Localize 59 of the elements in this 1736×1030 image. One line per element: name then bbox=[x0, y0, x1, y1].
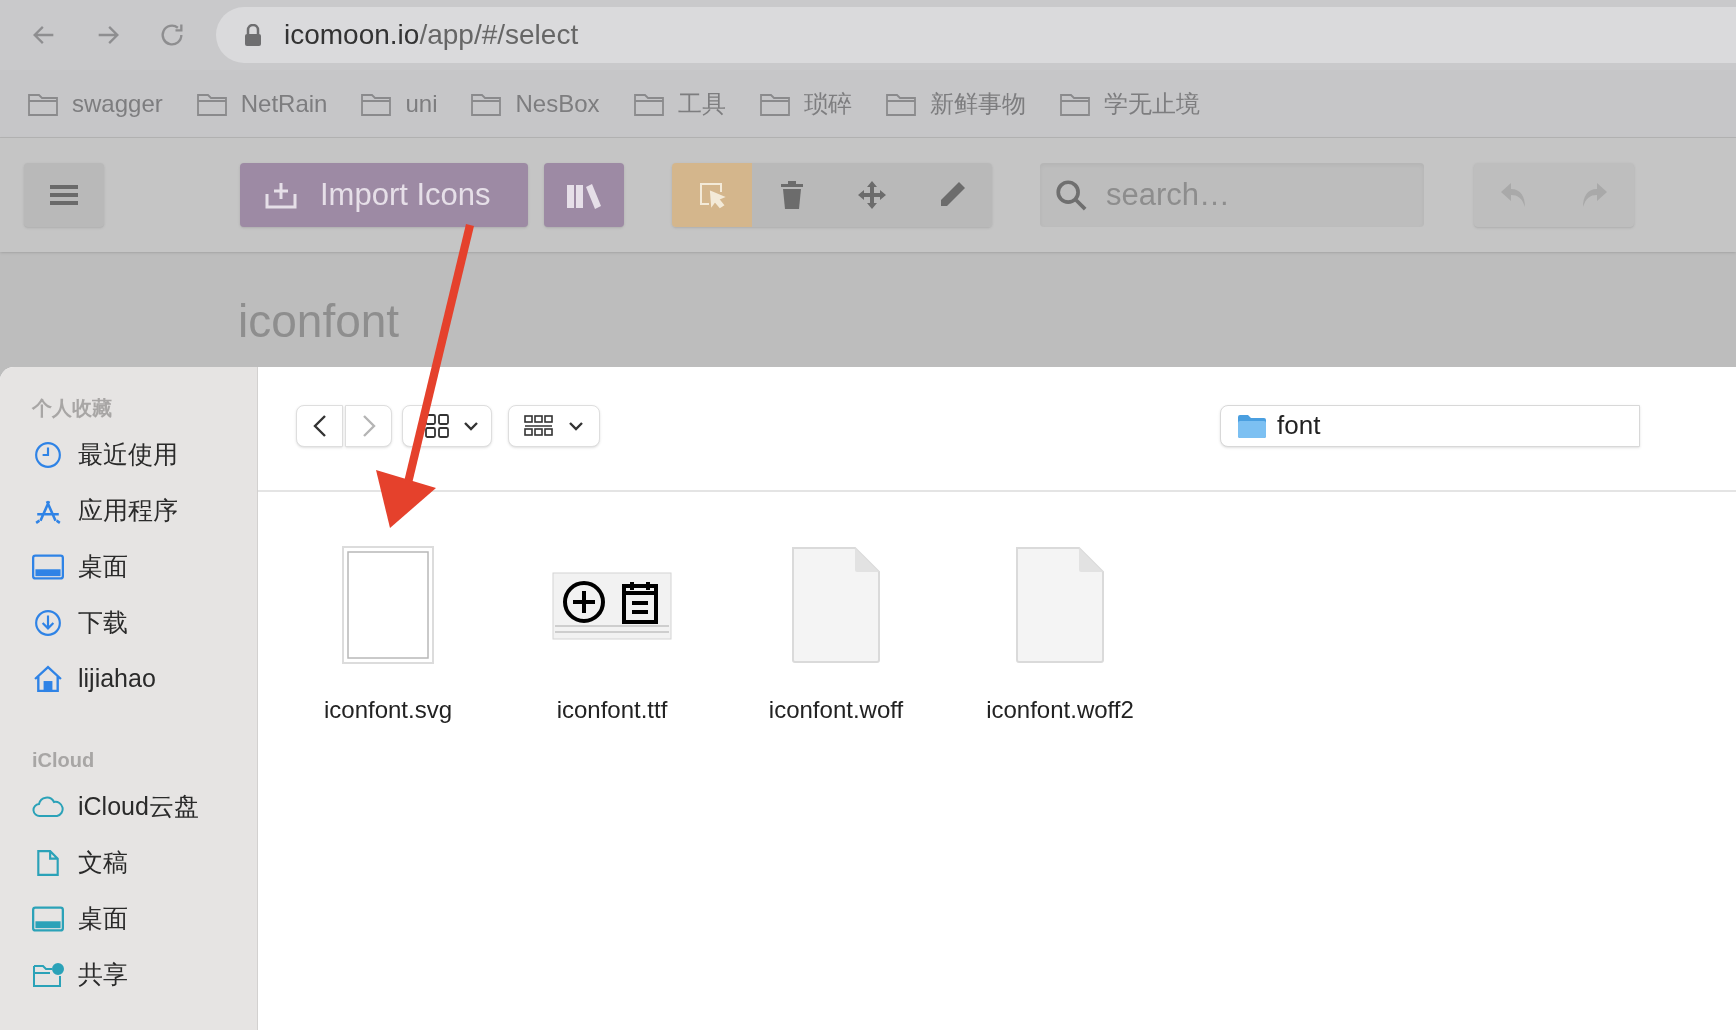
folder-icon bbox=[28, 91, 58, 116]
library-button[interactable] bbox=[544, 163, 624, 227]
tool-button[interactable] bbox=[752, 163, 832, 227]
import-icon bbox=[264, 180, 298, 210]
url-text: icomoon.io/app/#/select bbox=[284, 18, 579, 52]
view-mode-button[interactable] bbox=[402, 404, 492, 447]
desktop-icon bbox=[32, 553, 64, 581]
chevron-left-icon bbox=[312, 413, 327, 438]
search-icon bbox=[1054, 178, 1088, 212]
sidebar-item[interactable]: 桌面 bbox=[32, 891, 257, 947]
sidebar-item[interactable]: lijiahao bbox=[32, 651, 257, 707]
download-icon bbox=[32, 609, 64, 637]
folder-icon bbox=[471, 91, 502, 116]
folder-icon bbox=[361, 91, 392, 116]
location-text: font bbox=[1277, 409, 1321, 442]
address-bar[interactable]: icomoon.io/app/#/select bbox=[216, 7, 1736, 63]
folder-icon bbox=[196, 91, 227, 116]
tool-button[interactable] bbox=[912, 163, 992, 227]
menu-button[interactable] bbox=[24, 163, 104, 227]
chevron-right-icon bbox=[361, 413, 376, 438]
books-icon bbox=[566, 181, 602, 209]
sidebar-item[interactable]: 共享 bbox=[32, 947, 257, 1003]
group-button[interactable] bbox=[508, 404, 600, 447]
document-icon[interactable] bbox=[791, 546, 881, 664]
folder-icon bbox=[633, 91, 664, 116]
folder-icon bbox=[1059, 91, 1090, 116]
menu-icon bbox=[50, 184, 78, 206]
file-name[interactable]: iconfont.ttf bbox=[556, 692, 668, 728]
file-name[interactable]: iconfont.woff bbox=[768, 692, 904, 728]
font-preview-icon[interactable] bbox=[552, 572, 672, 642]
section-heading: 个人收藏 bbox=[32, 396, 113, 421]
back-button[interactable] bbox=[296, 404, 343, 447]
folder-icon bbox=[1237, 412, 1267, 439]
move-icon bbox=[857, 180, 887, 210]
desktop-icon bbox=[32, 905, 64, 933]
chevron-down-icon bbox=[568, 420, 584, 431]
lock-icon bbox=[244, 24, 262, 46]
tool-button[interactable] bbox=[672, 163, 752, 227]
sidebar-item[interactable]: 应用程序 bbox=[32, 483, 257, 539]
group-grid-icon bbox=[524, 413, 554, 438]
sidebar-item[interactable]: 桌面 bbox=[32, 539, 257, 595]
sidebar-item[interactable]: 文稿 bbox=[32, 835, 257, 891]
blank-page-icon[interactable] bbox=[342, 546, 434, 664]
chevron-down-icon bbox=[463, 420, 479, 431]
shared-folder-icon bbox=[32, 961, 64, 989]
document-icon[interactable] bbox=[1015, 546, 1105, 664]
sidebar-item[interactable]: 最近使用 bbox=[32, 427, 257, 483]
home-icon bbox=[32, 665, 64, 693]
clock-icon bbox=[32, 441, 64, 469]
sidebar-item[interactable]: 下载 bbox=[32, 595, 257, 651]
select-icon bbox=[697, 180, 727, 210]
grid-icon bbox=[425, 413, 449, 438]
sidebar-item[interactable]: iCloud云盘 bbox=[32, 779, 257, 835]
location-popup[interactable]: font bbox=[1220, 404, 1640, 447]
folder-icon bbox=[885, 91, 916, 116]
folder-icon bbox=[759, 91, 790, 116]
file-name[interactable]: iconfont.svg bbox=[323, 692, 453, 728]
file-name[interactable]: iconfont.woff2 bbox=[986, 692, 1134, 728]
section-heading: iCloud bbox=[32, 748, 96, 773]
